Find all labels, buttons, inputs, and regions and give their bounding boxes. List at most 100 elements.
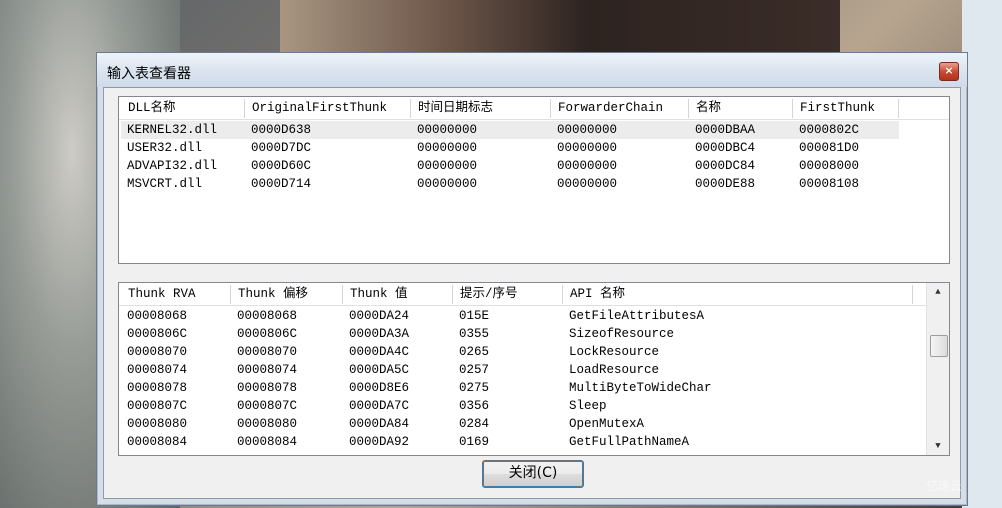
thunk-cell: 0000806C [237, 327, 298, 341]
dll-cell: 0000DC84 [695, 159, 756, 173]
thunk-list[interactable]: Thunk RVA Thunk 偏移 Thunk 值提示/序号 API 名称 0000… [118, 282, 950, 456]
thunk-row[interactable]: 0000806C 0000806C 0000DA3A 0355 SizeofResour… [121, 325, 913, 343]
dll-cell: 0000DE88 [695, 177, 756, 191]
dll-cell: 00000000 [417, 177, 478, 191]
dll-cell: 00000000 [557, 177, 618, 191]
watermark-text: 亿速云 [925, 479, 962, 493]
thunk-cell: 00008068 [237, 309, 298, 323]
thunk-cell: 00008080 [237, 417, 298, 431]
dll-cell: 0000D7DC [251, 141, 312, 155]
dll-cell: 00000000 [557, 159, 618, 173]
thunk-column-header[interactable]: 提示/序号 [453, 285, 563, 304]
thunk-column-header[interactable]: Thunk RVA [121, 285, 231, 304]
thunk-row[interactable]: 00008080 00008080 0000DA84 0284 OpenMutexA [121, 415, 913, 433]
thunk-cell: 0000806C [127, 327, 188, 341]
dll-cell: 0000DBAA [695, 123, 756, 137]
thunk-cell: 0000DA5C [349, 363, 410, 377]
thunk-row[interactable]: 00008068 00008068 0000DA24 015E GetFileAttri… [121, 307, 913, 325]
thunk-cell: 0275 [459, 381, 490, 395]
dll-column-header[interactable]: OriginalFirstThunk [245, 99, 411, 118]
thunk-cell: 0000DA84 [349, 417, 410, 431]
thunk-list-scrollbar[interactable]: ▲ ▼ [926, 283, 949, 455]
background-photo-top [280, 0, 840, 60]
scroll-down-icon[interactable]: ▼ [927, 437, 949, 455]
dll-cell: 00000000 [557, 141, 618, 155]
dll-column-header[interactable]: 时间日期标志 [411, 99, 551, 118]
thunk-cell: 0000DA24 [349, 309, 410, 323]
thunk-column-header[interactable]: Thunk 值 [343, 285, 453, 304]
thunk-row[interactable]: 00008074 00008074 0000DA5C 0257 LoadResource [121, 361, 913, 379]
dll-column-header[interactable]: DLL名称 [121, 99, 245, 118]
dll-column-header[interactable]: ForwarderChain [551, 99, 689, 118]
thunk-cell: Sleep [569, 399, 607, 413]
thunk-column-header[interactable]: API 名称 [563, 285, 913, 304]
dll-cell: 0000802C [799, 123, 860, 137]
dll-row[interactable]: USER32.dll 0000D7DC 00000000 00000000 0000DB… [121, 139, 899, 157]
dll-cell: 0000D60C [251, 159, 312, 173]
thunk-cell: 00008074 [127, 363, 188, 377]
thunk-cell: 00008070 [237, 345, 298, 359]
thunk-cell: 0000807C [127, 399, 188, 413]
dll-list-header: DLL名称 OriginalFirstThunk 时间日期标志 ForwarderCh… [119, 97, 949, 120]
dll-cell: 00000000 [417, 159, 478, 173]
thunk-cell: 00008078 [127, 381, 188, 395]
dll-column-header[interactable]: 名称 [689, 99, 793, 118]
thunk-cell: 0284 [459, 417, 490, 431]
dll-cell: KERNEL32.dll [127, 123, 218, 137]
thunk-cell: 0000DA4C [349, 345, 410, 359]
thunk-cell: GetFileAttributesA [569, 309, 705, 323]
thunk-cell: GetFullPathNameA [569, 435, 690, 449]
import-table-viewer-dialog: 输入表查看器 × DLL名称 OriginalFirstThunk 时间日期标志 Fo… [96, 52, 968, 506]
thunk-cell: 00008080 [127, 417, 188, 431]
dll-cell: 00000000 [557, 123, 618, 137]
thunk-cell: 00008078 [237, 381, 298, 395]
thunk-row[interactable]: 00008078 00008078 0000D8E6 0275 MultiByteToW… [121, 379, 913, 397]
thunk-cell: LoadResource [569, 363, 660, 377]
thunk-cell: 0265 [459, 345, 490, 359]
thunk-row[interactable]: 00008070 00008070 0000DA4C 0265 LockResource [121, 343, 913, 361]
dll-row[interactable]: ADVAPI32.dll 0000D60C 00000000 00000000 0000… [121, 157, 899, 175]
thunk-cell: LockResource [569, 345, 660, 359]
dll-row[interactable]: MSVCRT.dll 0000D714 00000000 00000000 0000DE… [121, 175, 899, 193]
dll-cell: ADVAPI32.dll [127, 159, 218, 173]
thunk-cell: 0000DA3A [349, 327, 410, 341]
dll-list[interactable]: DLL名称 OriginalFirstThunk 时间日期标志 ForwarderCh… [118, 96, 950, 264]
thunk-column-header[interactable]: Thunk 偏移 [231, 285, 343, 304]
thunk-cell: 00008068 [127, 309, 188, 323]
dll-cell: 000081D0 [799, 141, 860, 155]
thunk-cell: 0000DA7C [349, 399, 410, 413]
dll-cell: MSVCRT.dll [127, 177, 203, 191]
dll-column-header[interactable]: FirstThunk [793, 99, 899, 118]
dll-cell: 0000DBC4 [695, 141, 756, 155]
background-window-edge [962, 0, 1002, 508]
thunk-cell: 0355 [459, 327, 490, 341]
thunk-list-header: Thunk RVA Thunk 偏移 Thunk 值提示/序号 API 名称 [119, 283, 949, 306]
thunk-cell: 015E [459, 309, 490, 323]
thunk-cell: 0257 [459, 363, 490, 377]
thunk-cell: 0169 [459, 435, 490, 449]
dll-cell: 00000000 [417, 123, 478, 137]
dll-cell: 0000D638 [251, 123, 312, 137]
thunk-row[interactable]: 00008084 00008084 0000DA92 0169 GetFullPathN… [121, 433, 913, 451]
dll-cell: 00000000 [417, 141, 478, 155]
thunk-cell: 0000807C [237, 399, 298, 413]
title-bar[interactable]: 输入表查看器 × [97, 53, 967, 87]
thunk-cell: MultiByteToWideChar [569, 381, 712, 395]
close-button[interactable]: 关闭(C) [482, 460, 584, 488]
thunk-cell: 00008084 [237, 435, 298, 449]
thunk-cell: SizeofResource [569, 327, 675, 341]
scrollbar-thumb[interactable] [930, 335, 948, 357]
close-icon[interactable]: × [939, 62, 959, 81]
window-title: 输入表查看器 [107, 66, 191, 82]
thunk-cell: 00008084 [127, 435, 188, 449]
thunk-row[interactable]: 0000807C 0000807C 0000DA7C 0356 Sleep [121, 397, 913, 415]
thunk-cell: 0356 [459, 399, 490, 413]
scroll-up-icon[interactable]: ▲ [927, 283, 949, 301]
dll-cell: 00008108 [799, 177, 860, 191]
dll-cell: 00008000 [799, 159, 860, 173]
dll-row[interactable]: KERNEL32.dll 0000D638 00000000 00000000 0000… [121, 121, 899, 139]
dll-cell: USER32.dll [127, 141, 203, 155]
dialog-client-area: DLL名称 OriginalFirstThunk 时间日期标志 ForwarderCh… [103, 87, 961, 499]
thunk-cell: 00008070 [127, 345, 188, 359]
thunk-cell: 0000D8E6 [349, 381, 410, 395]
